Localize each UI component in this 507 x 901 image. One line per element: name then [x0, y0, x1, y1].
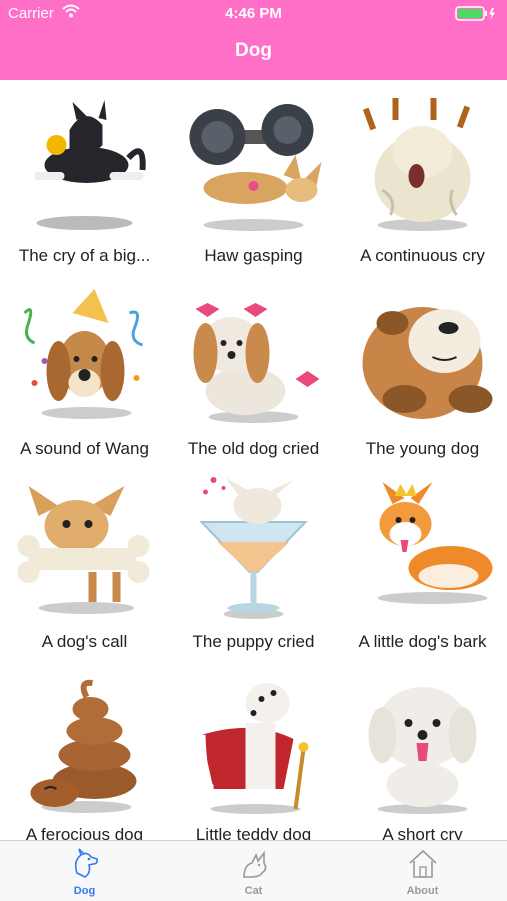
grid-item[interactable]: A little dog's bark: [338, 466, 507, 659]
tab-label: About: [406, 885, 439, 897]
page-title: Dog: [235, 40, 272, 61]
nav-bar: Carrier 4:46 PM Dog: [0, 0, 507, 80]
dog-sticker-image: [368, 687, 477, 814]
dog-icon: [74, 848, 98, 878]
item-label: A ferocious dog: [25, 825, 144, 840]
dog-sticker-image: [362, 98, 471, 231]
item-label: Little teddy dog: [195, 825, 312, 840]
item-label: The young dog: [365, 439, 480, 458]
grid-item[interactable]: The cry of a big...: [0, 80, 169, 273]
item-label: The puppy cried: [192, 632, 315, 651]
status-bar: Carrier 4:46 PM: [0, 0, 507, 28]
dog-sticker-image: [30, 679, 137, 813]
sticker-grid: The cry of a big... Haw gasping A contin…: [0, 80, 507, 840]
status-time: 4:46 PM: [225, 5, 282, 22]
dog-sticker-image: [189, 104, 322, 231]
grid-item[interactable]: A sound of Wang: [0, 273, 169, 466]
tab-cat[interactable]: Cat: [169, 841, 338, 901]
dog-sticker-image: [193, 303, 320, 423]
grid-item[interactable]: Haw gasping: [169, 80, 338, 273]
dog-sticker-image: [199, 477, 308, 619]
grid-item[interactable]: A short cry: [338, 659, 507, 840]
tab-about[interactable]: About: [338, 841, 507, 901]
house-icon: [409, 849, 437, 878]
item-label: A dog's call: [41, 632, 128, 651]
grid-item[interactable]: The old dog cried: [169, 273, 338, 466]
item-label: A sound of Wang: [20, 439, 149, 458]
grid-item[interactable]: The young dog: [338, 273, 507, 466]
grid-item[interactable]: A dog's call: [0, 466, 169, 659]
grid-item[interactable]: A continuous cry: [338, 80, 507, 273]
grid-item[interactable]: Little teddy dog: [169, 659, 338, 840]
item-label: A continuous cry: [360, 246, 485, 265]
dog-sticker-image: [23, 289, 144, 419]
dog-sticker-image: [197, 683, 309, 814]
tab-dog[interactable]: Dog: [0, 841, 169, 901]
item-label: A short cry: [382, 825, 463, 840]
item-label: Haw gasping: [204, 246, 303, 265]
item-label: A little dog's bark: [358, 632, 487, 651]
dog-sticker-image: [34, 100, 146, 230]
tab-bar: Dog Cat About: [0, 840, 507, 901]
item-label: The old dog cried: [187, 439, 320, 458]
dog-sticker-image: [377, 482, 493, 604]
cat-icon: [243, 850, 267, 878]
tab-label: Dog: [73, 885, 96, 897]
grid-item[interactable]: A ferocious dog: [0, 659, 169, 840]
grid-item[interactable]: The puppy cried: [169, 466, 338, 659]
dog-sticker-image: [17, 486, 150, 614]
item-label: The cry of a big...: [18, 246, 151, 265]
dog-sticker-image: [362, 307, 493, 419]
tab-label: Cat: [244, 885, 263, 897]
battery-icon: [455, 6, 497, 26]
